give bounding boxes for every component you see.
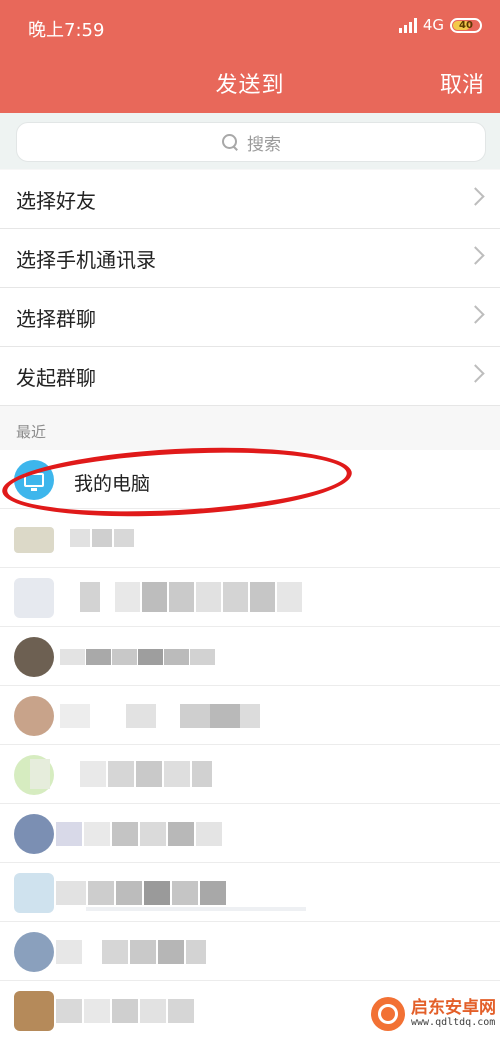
watermark-url: www.qdltdq.com — [411, 1016, 496, 1028]
avatar — [14, 932, 54, 972]
battery-level: 40 — [459, 19, 473, 31]
page-title: 发送到 — [215, 73, 285, 98]
select-contacts-item[interactable]: 选择手机通讯录 — [0, 229, 500, 288]
chevron-right-icon — [466, 305, 485, 324]
start-group-chat-item[interactable]: 发起群聊 — [0, 347, 500, 406]
status-bar: 晚上7:59 4G 40 — [0, 0, 500, 55]
blurred-content — [56, 936, 216, 966]
chevron-right-icon — [466, 364, 485, 383]
search-input[interactable]: 搜索 — [16, 122, 486, 162]
list-item[interactable] — [0, 509, 500, 568]
recent-list: 我的电脑 — [0, 450, 500, 1039]
list-item[interactable] — [0, 745, 500, 804]
blurred-content — [56, 995, 206, 1025]
battery-icon: 40 — [450, 17, 482, 33]
blurred-content — [70, 523, 140, 553]
list-item[interactable] — [0, 627, 500, 686]
blurred-content — [56, 818, 246, 848]
network-type: 4G — [422, 16, 444, 34]
list-item[interactable] — [0, 804, 500, 863]
blurred-content — [30, 759, 220, 789]
blurred-content — [70, 582, 310, 612]
avatar — [14, 578, 54, 618]
list-item[interactable] — [0, 686, 500, 745]
recent-section-label: 最近 — [16, 423, 47, 441]
avatar — [14, 696, 54, 736]
chevron-right-icon — [466, 246, 485, 265]
recent-item-my-computer[interactable]: 我的电脑 — [0, 450, 500, 509]
watermark: 启东安卓网 www.qdltdq.com — [371, 997, 496, 1031]
avatar — [14, 814, 54, 854]
watermark-text: 启东安卓网 www.qdltdq.com — [411, 997, 496, 1028]
menu-item-label: 选择手机通讯录 — [16, 247, 156, 272]
watermark-logo-icon — [371, 997, 405, 1031]
blurred-content — [56, 877, 306, 911]
menu-item-label: 发起群聊 — [16, 365, 96, 390]
computer-avatar — [14, 460, 54, 500]
avatar — [14, 637, 54, 677]
search-icon — [221, 133, 239, 151]
list-item[interactable] — [0, 863, 500, 922]
blurred-content — [60, 700, 260, 730]
avatar — [14, 527, 54, 553]
watermark-name: 启东安卓网 — [411, 997, 496, 1018]
send-options-list: 选择好友 选择手机通讯录 选择群聊 发起群聊 — [0, 170, 500, 406]
select-friends-item[interactable]: 选择好友 — [0, 170, 500, 229]
status-time: 晚上7:59 — [28, 20, 105, 41]
avatar — [14, 873, 54, 913]
signal-icon — [398, 17, 417, 33]
avatar — [14, 991, 54, 1031]
contact-name: 我的电脑 — [74, 473, 151, 495]
search-bar: 搜索 — [0, 113, 500, 169]
cancel-button[interactable]: 取消 — [440, 67, 484, 99]
menu-item-label: 选择群聊 — [16, 306, 96, 331]
monitor-icon — [24, 473, 44, 491]
list-item[interactable] — [0, 922, 500, 981]
chevron-right-icon — [466, 187, 485, 206]
search-placeholder: 搜索 — [247, 134, 281, 155]
blurred-content — [60, 641, 230, 671]
nav-bar: 发送到 取消 — [0, 55, 500, 113]
status-indicators: 4G 40 — [398, 16, 482, 34]
select-group-item[interactable]: 选择群聊 — [0, 288, 500, 347]
menu-item-label: 选择好友 — [16, 188, 96, 213]
list-item[interactable] — [0, 568, 500, 627]
